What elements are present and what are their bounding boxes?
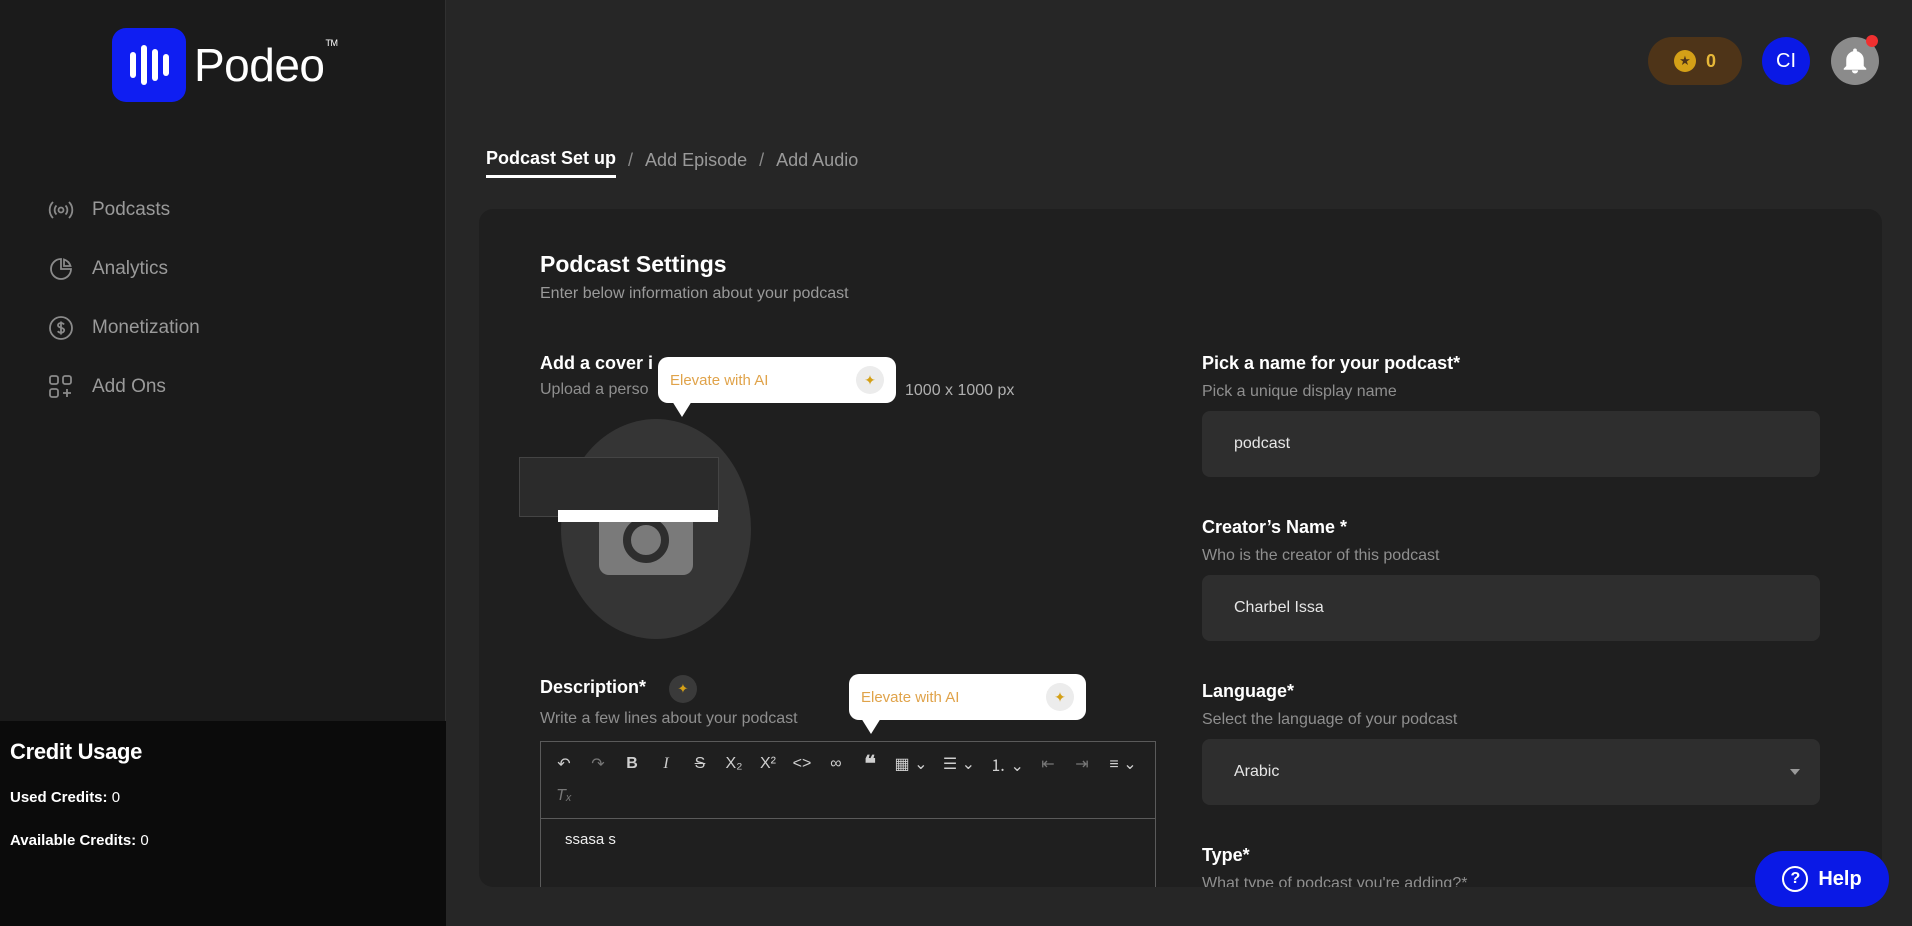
sidebar-item-podcasts[interactable]: Podcasts (48, 180, 200, 239)
sidebar-item-label: Monetization (92, 316, 200, 338)
podcast-name-label: Pick a name for your podcast* (1202, 353, 1461, 373)
language-select[interactable]: Arabic (1202, 739, 1820, 805)
type-label: Type* (1202, 845, 1250, 865)
camera-lens (623, 517, 669, 563)
breadcrumb-podcast-setup[interactable]: Podcast Set up (486, 148, 617, 178)
chevron-down-icon (1790, 769, 1800, 775)
add-ons-icon (49, 374, 72, 398)
type-hint: What type of podcast you're adding?* (1202, 875, 1468, 887)
align-icon[interactable]: ≡ ⌄ (1099, 748, 1147, 780)
podcast-settings-card: Podcast Settings Enter below information… (479, 209, 1882, 887)
logo-mark-icon (112, 28, 186, 102)
breadcrumb-add-episode[interactable]: Add Episode (645, 150, 747, 177)
numbered-list-icon[interactable]: ⒈ ⌄ (983, 748, 1031, 780)
star-coin-icon: ★ (1673, 50, 1696, 72)
page-subtitle: Enter below information about your podca… (540, 285, 849, 302)
elevate-ai-tooltip[interactable]: Elevate with AI ✦ (658, 357, 896, 417)
blockquote-icon[interactable]: ❝ (853, 748, 887, 780)
dollar-icon (49, 315, 73, 340)
credit-usage-panel: Credit Usage Used Credits: 0 Available C… (0, 721, 446, 926)
podeo-logo[interactable]: PodeoTM (112, 28, 338, 102)
notification-dot (1866, 35, 1878, 47)
sidebar-item-label: Analytics (92, 257, 169, 279)
creator-name-input[interactable]: Charbel Issa (1202, 575, 1820, 641)
podcast-name-hint: Pick a unique display name (1202, 383, 1397, 400)
question-icon: ? (1782, 866, 1809, 892)
pie-chart-icon (50, 257, 72, 280)
bold-icon[interactable]: B (615, 748, 649, 780)
undo-icon[interactable]: ↶ (547, 748, 581, 780)
used-credits: Used Credits: 0 (10, 789, 121, 806)
credit-usage-title: Credit Usage (10, 739, 143, 764)
description-content[interactable]: ssasa s (541, 819, 1155, 860)
indent-icon[interactable]: ⇥ (1065, 748, 1099, 780)
breadcrumb-add-audio[interactable]: Add Audio (776, 150, 858, 177)
language-label: Language* (1202, 681, 1295, 701)
redo-icon[interactable]: ↷ (581, 748, 615, 780)
editor-toolbar: ↶ ↷ B I S X₂ X² <> ∞ ❝ ▦ ⌄ ☰ ⌄ ⒈ ⌄ ⇤ ⇥ ≡… (541, 742, 1155, 819)
broadcast-icon (48, 200, 74, 219)
sidebar-item-analytics[interactable]: Analytics (48, 239, 200, 298)
description-editor[interactable]: ↶ ↷ B I S X₂ X² <> ∞ ❝ ▦ ⌄ ☰ ⌄ ⒈ ⌄ ⇤ ⇥ ≡… (540, 741, 1156, 887)
preview-thumbnail (519, 457, 719, 522)
sidebar: PodeoTM Podcasts Analytics Monetization … (0, 0, 446, 926)
cover-hint: Upload a perso (540, 381, 649, 398)
outdent-icon[interactable]: ⇤ (1031, 748, 1065, 780)
code-icon[interactable]: <> (785, 748, 819, 780)
coins-value: 0 (1705, 50, 1716, 71)
sparkle-icon: ✦ (1046, 683, 1074, 711)
cover-upload[interactable] (519, 419, 751, 639)
podcast-name-input[interactable]: podcast (1202, 411, 1820, 477)
logo-text: PodeoTM (194, 38, 338, 91)
cover-label: Add a cover i (540, 353, 654, 373)
link-icon[interactable]: ∞ (819, 748, 853, 780)
bell-icon (1843, 48, 1867, 74)
description-ai-button[interactable]: ✦ (669, 675, 697, 703)
help-button[interactable]: ? Help (1755, 851, 1889, 907)
table-icon[interactable]: ▦ ⌄ (887, 748, 935, 780)
coins-badge[interactable]: ★ 0 (1648, 37, 1742, 85)
sidebar-item-label: Podcasts (92, 198, 171, 220)
strikethrough-icon[interactable]: S (683, 748, 717, 780)
language-hint: Select the language of your podcast (1202, 711, 1458, 728)
creator-name-hint: Who is the creator of this podcast (1202, 547, 1440, 564)
superscript-icon[interactable]: X² (751, 748, 785, 780)
available-credits: Available Credits: 0 (10, 832, 149, 849)
sparkle-icon: ✦ (856, 366, 884, 394)
clear-format-icon[interactable]: Tₓ (547, 780, 581, 812)
creator-name-label: Creator’s Name * (1202, 517, 1348, 537)
subscript-icon[interactable]: X₂ (717, 748, 751, 780)
cover-size-hint: 1000 x 1000 px (905, 382, 1015, 399)
elevate-ai-tooltip-description[interactable]: Elevate with AI ✦ (849, 674, 1086, 734)
sidebar-nav: Podcasts Analytics Monetization Add Ons (48, 180, 200, 416)
breadcrumb: Podcast Set up / Add Episode / Add Audio (486, 148, 858, 178)
description-label: Description* (540, 677, 647, 697)
bullet-list-icon[interactable]: ☰ ⌄ (935, 748, 983, 780)
italic-icon[interactable]: I (649, 748, 683, 780)
description-hint: Write a few lines about your podcast (540, 710, 798, 727)
page-title: Podcast Settings (540, 251, 727, 277)
avatar[interactable]: CI (1762, 37, 1810, 85)
sidebar-item-label: Add Ons (92, 375, 166, 397)
sidebar-item-add-ons[interactable]: Add Ons (48, 357, 200, 416)
sidebar-item-monetization[interactable]: Monetization (48, 298, 200, 357)
